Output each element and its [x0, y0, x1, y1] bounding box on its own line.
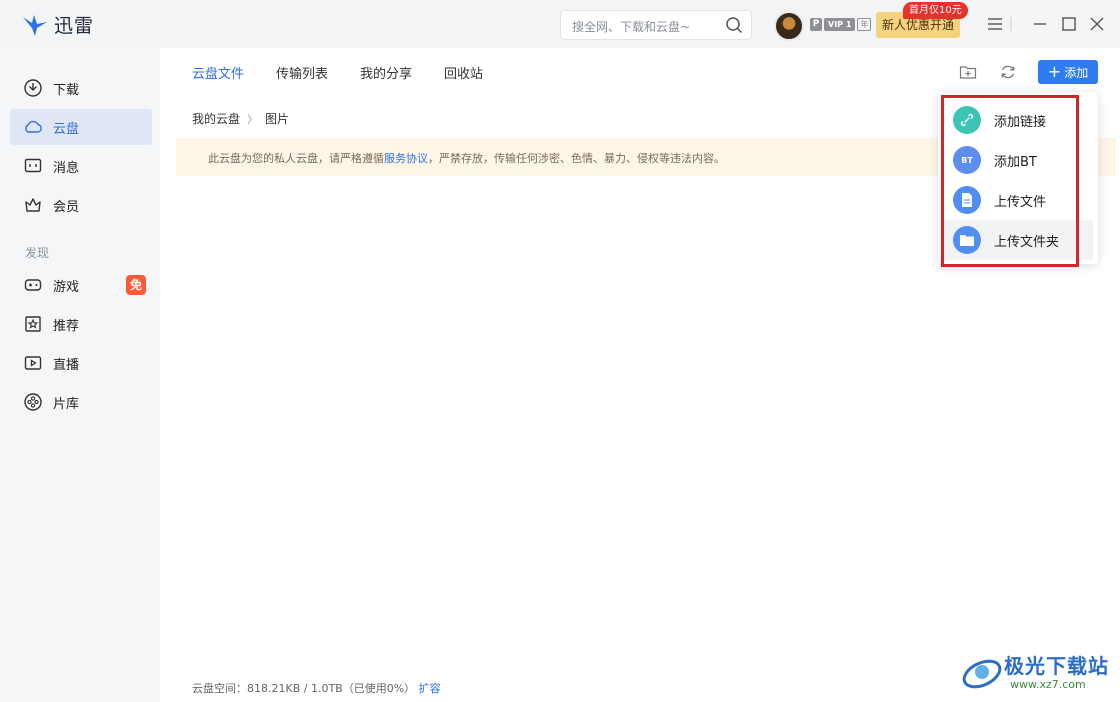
sidebar-item-member[interactable]: 会员 [10, 187, 152, 223]
crown-icon [25, 198, 41, 212]
sidebar-item-label: 下载 [53, 82, 80, 98]
sidebar: 下载 云盘 消息 会员 发现 游戏 免 推荐 直播 片库 [0, 48, 160, 702]
sidebar-item-live[interactable]: 直播 [10, 345, 152, 381]
sidebar-item-recommend[interactable]: 推荐 [10, 306, 152, 342]
main-tabs: 云盘文件 传输列表 我的分享 回收站 [192, 63, 515, 82]
expand-storage-link[interactable]: 扩容 [419, 682, 441, 695]
tab-cloud-files[interactable]: 云盘文件 [192, 63, 244, 82]
close-icon[interactable] [1088, 15, 1106, 33]
storage-text: 云盘空间：818.21KB / 1.0TB（已使用0%） [192, 682, 416, 695]
sidebar-item-cloud[interactable]: 云盘 [10, 109, 152, 145]
sidebar-item-label: 直播 [53, 357, 80, 373]
add-button-label: 添加 [1064, 65, 1089, 80]
new-folder-icon[interactable] [958, 62, 978, 82]
refresh-icon[interactable] [998, 62, 1018, 82]
minimize-icon[interactable] [1031, 15, 1049, 33]
search-box[interactable]: 搜全网、下载和云盘~ [560, 10, 752, 40]
vip-year: 年 [857, 17, 872, 31]
sidebar-item-label: 云盘 [53, 121, 80, 137]
watermark-logo-icon [962, 659, 1002, 689]
thunder-bird-icon [23, 14, 47, 36]
watermark: 极光下载站 www.xz7.com [960, 648, 1116, 698]
highlight-annotation [941, 95, 1079, 267]
search-input[interactable]: 搜全网、下载和云盘~ [572, 18, 690, 35]
live-icon [24, 356, 42, 370]
menu-icon[interactable] [986, 15, 1004, 33]
sidebar-item-label: 推荐 [53, 318, 80, 334]
avatar[interactable] [774, 11, 804, 41]
watermark-title: 极光下载站 [1004, 654, 1109, 678]
download-icon [24, 79, 42, 97]
section-label-discover: 发现 [25, 246, 50, 260]
title-bar: 迅雷 搜全网、下载和云盘~ P VIP 1 年 新人优惠开通 首月仅10元 [0, 0, 1120, 48]
tab-my-shares[interactable]: 我的分享 [360, 63, 412, 82]
sidebar-item-games[interactable]: 游戏 免 [10, 267, 152, 303]
search-icon[interactable] [725, 16, 743, 34]
storage-status: 云盘空间：818.21KB / 1.0TB（已使用0%） 扩容 [192, 680, 441, 696]
breadcrumb-root[interactable]: 我的云盘 [192, 110, 240, 127]
film-reel-icon [24, 393, 42, 411]
vip-level: VIP 1 [824, 17, 856, 31]
divider [1010, 17, 1012, 31]
breadcrumb-current: 图片 [265, 112, 290, 126]
message-icon [24, 158, 42, 173]
gamepad-icon [24, 279, 42, 291]
breadcrumb: 我的云盘 〉 图片 [192, 110, 289, 127]
sidebar-item-messages[interactable]: 消息 [10, 148, 152, 184]
vip-badge[interactable]: P VIP 1 年 [810, 17, 872, 31]
plus-icon: + [1047, 62, 1062, 81]
sidebar-item-library[interactable]: 片库 [10, 384, 152, 420]
app-name: 迅雷 [54, 15, 95, 37]
add-button[interactable]: + 添加 [1038, 60, 1098, 84]
app-logo[interactable]: 迅雷 [22, 11, 94, 38]
maximize-icon[interactable] [1060, 15, 1078, 33]
free-badge: 免 [126, 275, 146, 295]
tab-transfer-list[interactable]: 传输列表 [276, 63, 328, 82]
tab-recycle-bin[interactable]: 回收站 [444, 63, 483, 82]
notice-text-after: ，严禁存放，传输任何涉密、色情、暴力、侵权等违法内容。 [428, 152, 725, 165]
sidebar-item-label: 游戏 [53, 279, 80, 295]
chevron-right-icon: 〉 [247, 112, 259, 126]
notice-text-before: 此云盘为您的私人云盘，请严格遵循 [208, 152, 384, 165]
sidebar-item-label: 片库 [53, 396, 80, 412]
sidebar-item-label: 消息 [53, 160, 80, 176]
vip-prefix: P [810, 17, 822, 31]
sidebar-item-download[interactable]: 下载 [10, 70, 152, 106]
promo-badge: 首月仅10元 [903, 2, 968, 19]
sidebar-item-label: 会员 [53, 199, 80, 215]
watermark-url: www.xz7.com [1010, 678, 1086, 691]
service-agreement-link[interactable]: 服务协议 [384, 152, 428, 165]
star-icon [25, 316, 41, 332]
cloud-icon [25, 120, 42, 133]
notice-text: 此云盘为您的私人云盘，请严格遵循服务协议，严禁存放，传输任何涉密、色情、暴力、侵… [208, 150, 725, 166]
